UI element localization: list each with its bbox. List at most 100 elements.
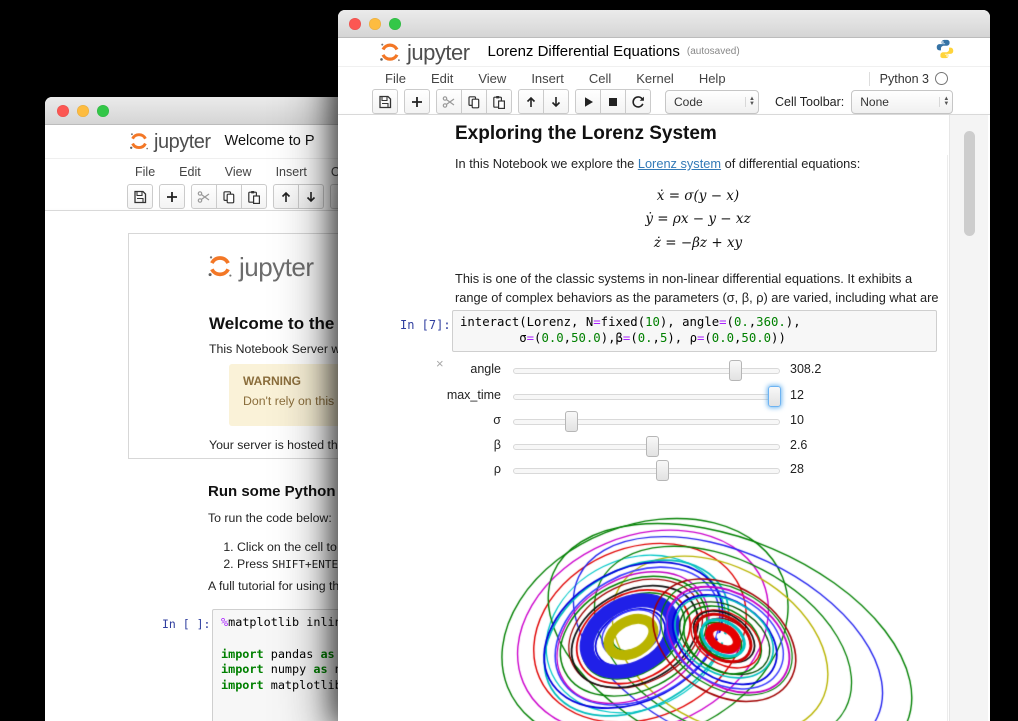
equation-line: ẋ = σ(y − x) <box>455 185 941 208</box>
back-save-button[interactable] <box>127 184 153 209</box>
slider-value: 28 <box>790 462 804 476</box>
slider-row-β: β2.6 <box>338 435 808 457</box>
code-input[interactable]: interact(Lorenz, N=fixed(10), angle=(0.,… <box>452 310 937 352</box>
front-menu-insert[interactable]: Insert <box>531 71 564 86</box>
save-icon <box>132 189 148 205</box>
kernel-indicator: Python 3 <box>869 72 948 86</box>
front-menu-edit[interactable]: Edit <box>431 71 453 86</box>
close-window-button[interactable] <box>57 105 69 117</box>
add-icon <box>164 189 180 205</box>
slider-label: max_time <box>338 388 501 402</box>
back-menu-view[interactable]: View <box>225 165 252 179</box>
zoom-window-button[interactable] <box>97 105 109 117</box>
front-add-button[interactable] <box>404 89 430 114</box>
move-down-icon <box>303 189 319 205</box>
jupyter-wordmark: jupyter <box>154 132 211 152</box>
front-copy-button[interactable] <box>461 89 487 114</box>
copy-icon <box>466 94 482 110</box>
slider-track[interactable] <box>513 468 780 474</box>
slider-handle[interactable] <box>768 386 781 407</box>
copy-icon <box>221 189 237 205</box>
front-menubar: File Edit View Insert Cell Kernel Help Python 3 <box>338 66 990 90</box>
front-restart-button[interactable] <box>625 89 651 114</box>
back-copy-button[interactable] <box>216 184 242 209</box>
slider-track[interactable] <box>513 444 780 450</box>
back-paste-button[interactable] <box>241 184 267 209</box>
jupyter-logo-icon: jupyter <box>206 252 314 280</box>
server-hosted-paragraph: Your server is hosted than <box>209 438 351 452</box>
front-move-down-button[interactable] <box>543 89 569 114</box>
close-window-button[interactable] <box>349 18 361 30</box>
slider-handle[interactable] <box>729 360 742 381</box>
front-menu-cell[interactable]: Cell <box>589 71 611 86</box>
minimize-window-button[interactable] <box>369 18 381 30</box>
back-menu-edit[interactable]: Edit <box>179 165 201 179</box>
front-notebook-content: Exploring the Lorenz System In this Note… <box>338 115 990 721</box>
cell-area-border <box>947 155 948 721</box>
slider-label: angle <box>338 362 501 376</box>
back-notebook-title[interactable]: Welcome to P <box>225 133 315 149</box>
slider-label: σ <box>338 413 501 427</box>
jupyter-wordmark: jupyter <box>239 254 314 280</box>
tutorial-paragraph: A full tutorial for using the <box>208 579 346 593</box>
slider-label: β <box>338 438 501 452</box>
front-titlebar[interactable] <box>338 10 990 38</box>
move-up-icon <box>278 189 294 205</box>
desktop: { "front": { "title": "Lorenz Differenti… <box>0 0 1018 721</box>
slider-row-max_time: max_time 12 <box>338 385 808 407</box>
notebook-title[interactable]: Lorenz Differential Equations <box>488 43 680 60</box>
select-stepper-icon: ▲▼ <box>745 97 758 107</box>
scrollbar-thumb[interactable] <box>964 131 975 236</box>
add-icon <box>409 94 425 110</box>
front-menu-file[interactable]: File <box>385 71 406 86</box>
back-menu-file[interactable]: File <box>135 165 155 179</box>
back-menu-insert[interactable]: Insert <box>276 165 307 179</box>
move-up-icon <box>523 94 539 110</box>
back-cut-button[interactable] <box>191 184 217 209</box>
slider-handle[interactable] <box>565 411 578 432</box>
run-code-intro: To run the code below: <box>208 511 332 525</box>
zoom-window-button[interactable] <box>389 18 401 30</box>
back-move-up-button[interactable] <box>273 184 299 209</box>
stop-icon <box>605 94 621 110</box>
front-run-button[interactable] <box>575 89 601 114</box>
front-paste-button[interactable] <box>486 89 512 114</box>
front-save-button[interactable] <box>372 89 398 114</box>
list-item: Click on the cell to se <box>237 539 353 556</box>
slider-handle[interactable] <box>646 436 659 457</box>
scrollbar-track[interactable] <box>949 115 988 721</box>
autosave-status: (autosaved) <box>687 46 740 57</box>
markdown-heading: Exploring the Lorenz System <box>455 123 941 145</box>
cell-toolbar-label: Cell Toolbar: <box>775 95 844 109</box>
save-icon <box>377 94 393 110</box>
slider-handle[interactable] <box>656 460 669 481</box>
front-notebook-window: jupyter Lorenz Differential Equations (a… <box>338 10 990 721</box>
back-add-button[interactable] <box>159 184 185 209</box>
cell-prompt: In [7]: <box>400 318 451 332</box>
slider-value: 308.2 <box>790 362 821 376</box>
slider-value: 12 <box>790 388 804 402</box>
slider-track[interactable] <box>513 419 780 425</box>
front-menu-view[interactable]: View <box>478 71 506 86</box>
cell-type-select[interactable]: Code▲▼ <box>665 90 759 114</box>
move-down-icon <box>548 94 564 110</box>
front-stop-button[interactable] <box>600 89 626 114</box>
jupyter-logo-icon[interactable]: jupyter <box>378 40 470 64</box>
front-menu-kernel[interactable]: Kernel <box>636 71 674 86</box>
slider-row-ρ: ρ28 <box>338 459 808 481</box>
slider-track[interactable] <box>513 394 780 400</box>
kernel-name: Python 3 <box>880 72 929 86</box>
run-python-heading: Run some Python c <box>208 483 348 500</box>
slider-value: 10 <box>790 413 804 427</box>
restart-icon <box>630 94 646 110</box>
run-instructions-list: Click on the cell to se Press SHIFT+ENTE… <box>215 539 353 574</box>
cell-toolbar-select[interactable]: None▲▼ <box>851 90 953 114</box>
code-line: interact(Lorenz, N=fixed(10), angle=(0.,… <box>460 314 929 330</box>
slider-track[interactable] <box>513 368 780 374</box>
minimize-window-button[interactable] <box>77 105 89 117</box>
front-move-up-button[interactable] <box>518 89 544 114</box>
front-menu-help[interactable]: Help <box>699 71 726 86</box>
lorenz-system-link[interactable]: Lorenz system <box>638 156 721 171</box>
front-cut-button[interactable] <box>436 89 462 114</box>
back-move-down-button[interactable] <box>298 184 324 209</box>
